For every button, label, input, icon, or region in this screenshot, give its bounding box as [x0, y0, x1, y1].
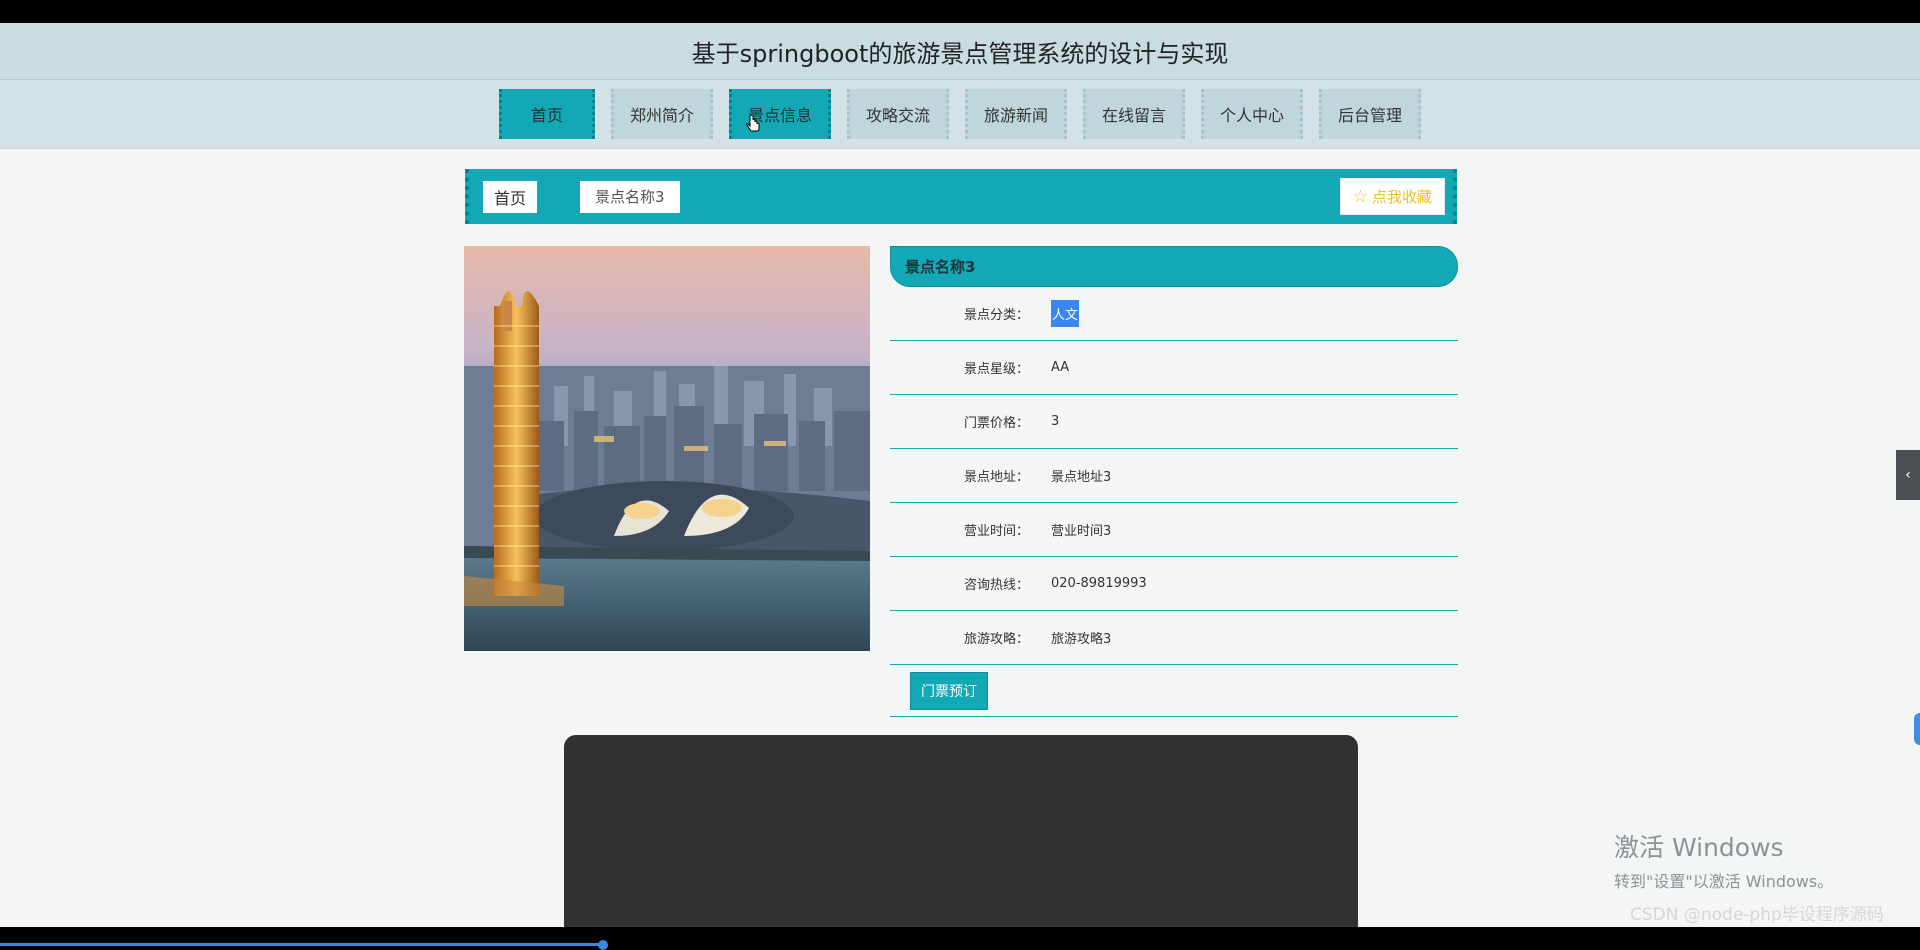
- nav-item-home[interactable]: 首页: [498, 89, 595, 139]
- video-progress-bar[interactable]: [0, 943, 604, 946]
- info-row-price: 门票价格： 3: [890, 395, 1458, 449]
- attraction-info-panel: 景点名称3 景点分类： 人文 景点星级： AA 门票价格： 3 景点地址： 景点…: [890, 246, 1458, 717]
- info-row-hours: 营业时间： 营业时间3: [890, 503, 1458, 557]
- favorite-button[interactable]: ☆ 点我收藏: [1339, 178, 1445, 215]
- attraction-photo: [464, 246, 870, 651]
- chevron-left-icon: ‹: [1905, 467, 1911, 483]
- info-value: 3: [1051, 414, 1060, 429]
- info-row-guide: 旅游攻略： 旅游攻略3: [890, 611, 1458, 665]
- info-label: 营业时间：: [963, 524, 1029, 539]
- info-label: 咨询热线：: [963, 578, 1029, 593]
- video-progress-handle[interactable]: [598, 940, 608, 950]
- site-title: 基于springboot的旅游景点管理系统的设计与实现: [691, 39, 1229, 68]
- breadcrumb-current: 景点名称3: [580, 180, 680, 213]
- info-label: 门票价格：: [963, 416, 1029, 431]
- csdn-watermark: CSDN @node-php毕设程序源码: [1630, 905, 1884, 925]
- nav-item-news[interactable]: 旅游新闻: [964, 89, 1067, 139]
- nav-item-messages[interactable]: 在线留言: [1083, 89, 1186, 139]
- video-player[interactable]: [564, 735, 1358, 927]
- info-label: 旅游攻略：: [963, 632, 1029, 647]
- floating-tab[interactable]: [1914, 713, 1920, 745]
- attraction-title: 景点名称3: [890, 246, 1458, 287]
- breadcrumb-bar: 首页 景点名称3 ☆ 点我收藏: [465, 169, 1457, 224]
- info-value: 景点地址3: [1051, 470, 1112, 485]
- favorite-label: 点我收藏: [1371, 188, 1432, 206]
- star-outline-icon: ☆: [1352, 186, 1368, 207]
- info-label: 景点地址：: [963, 470, 1029, 485]
- nav-item-admin[interactable]: 后台管理: [1319, 89, 1422, 139]
- info-value: 营业时间3: [1051, 524, 1112, 539]
- info-value: 旅游攻略3: [1051, 632, 1112, 647]
- nav-item-guides[interactable]: 攻略交流: [846, 89, 949, 139]
- info-row-address: 景点地址： 景点地址3: [890, 449, 1458, 503]
- nav-item-zhengzhou-intro[interactable]: 郑州简介: [610, 89, 713, 139]
- info-label: 景点星级：: [963, 362, 1029, 377]
- info-row-category: 景点分类： 人文: [890, 287, 1458, 341]
- book-ticket-button[interactable]: 门票预订: [910, 671, 988, 710]
- info-value: 人文: [1051, 300, 1080, 327]
- side-panel-toggle[interactable]: ‹: [1896, 450, 1920, 500]
- breadcrumb-home[interactable]: 首页: [483, 180, 538, 213]
- browser-viewport: 基于springboot的旅游景点管理系统的设计与实现 首页 郑州简介 景点信息…: [0, 23, 1920, 927]
- nav-item-profile[interactable]: 个人中心: [1201, 89, 1304, 139]
- info-value: AA: [1051, 360, 1070, 375]
- info-row-hotline: 咨询热线： 020-89819993: [890, 557, 1458, 611]
- info-value: 020-89819993: [1051, 576, 1147, 591]
- info-row-rating: 景点星级： AA: [890, 341, 1458, 395]
- info-label: 景点分类：: [963, 308, 1029, 323]
- hand-cursor-icon: [746, 115, 760, 132]
- main-nav: 首页 郑州简介 景点信息 攻略交流 旅游新闻 在线留言 个人中心 后台管理: [0, 80, 1920, 149]
- windows-activation-watermark: 激活 Windows 转到"设置"以激活 Windows。: [1614, 833, 1834, 891]
- book-row: 门票预订: [890, 665, 1458, 717]
- site-header: 基于springboot的旅游景点管理系统的设计与实现: [0, 23, 1920, 80]
- nav-item-attractions[interactable]: 景点信息: [728, 89, 831, 139]
